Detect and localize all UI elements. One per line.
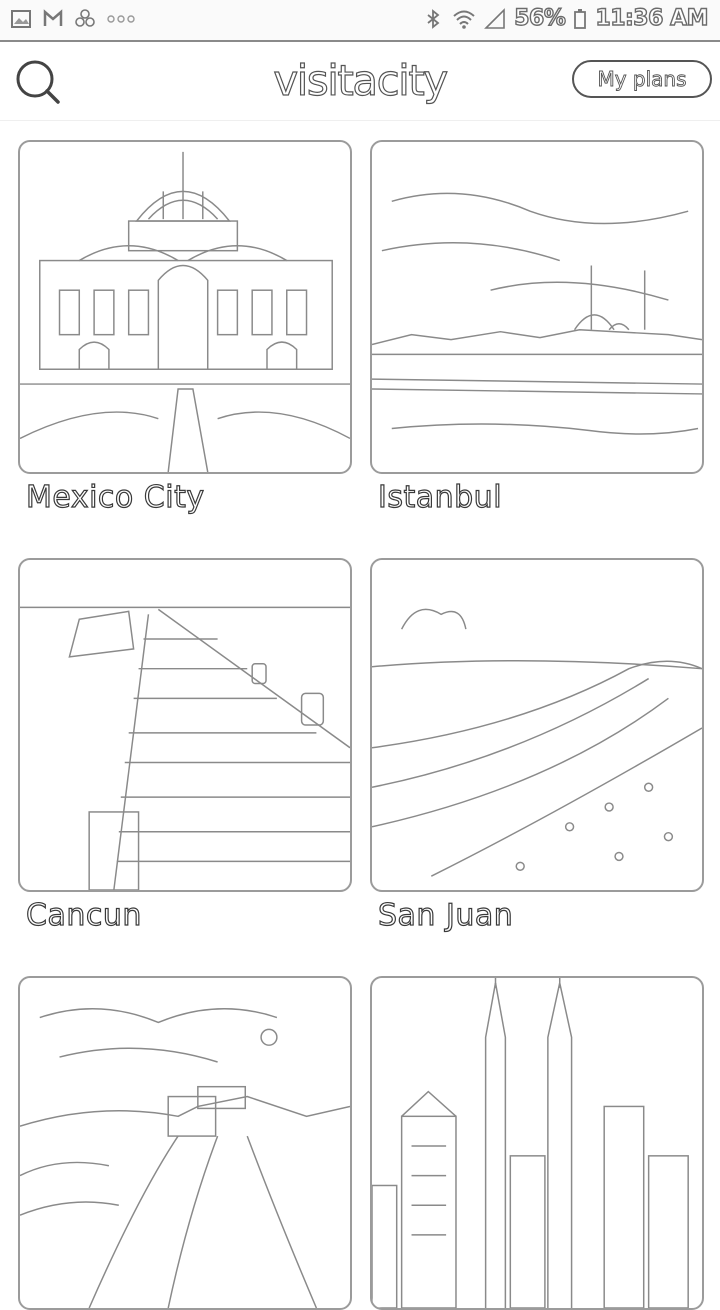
twin-towers-image xyxy=(370,976,704,1310)
pier-image xyxy=(18,558,352,892)
signal-icon xyxy=(484,7,506,29)
gmail-icon xyxy=(43,9,63,26)
beach-image xyxy=(370,558,704,892)
battery-percent: 56% xyxy=(514,5,567,31)
great-wall-image xyxy=(18,976,352,1310)
status-bar: 56% 11:36 AM xyxy=(0,0,720,42)
skyline-mosque-image xyxy=(370,140,704,474)
more-dots-icon xyxy=(107,15,135,23)
bluetooth-icon xyxy=(427,8,440,29)
city-name-label: San Juan xyxy=(377,897,514,933)
palace-dome-image xyxy=(18,140,352,474)
city-name-label: Mexico City xyxy=(25,479,205,515)
wifi-icon xyxy=(453,10,475,29)
city-name-label: Istanbul xyxy=(377,479,503,515)
my-plans-button[interactable]: My plans xyxy=(572,60,712,98)
battery-icon xyxy=(574,8,587,29)
flower-icon xyxy=(75,9,95,27)
app-header: visitacity My plans xyxy=(0,42,720,121)
status-time: 11:36 AM xyxy=(595,5,710,31)
city-name-label: Cancun xyxy=(25,897,142,933)
gallery-icon xyxy=(11,10,31,28)
